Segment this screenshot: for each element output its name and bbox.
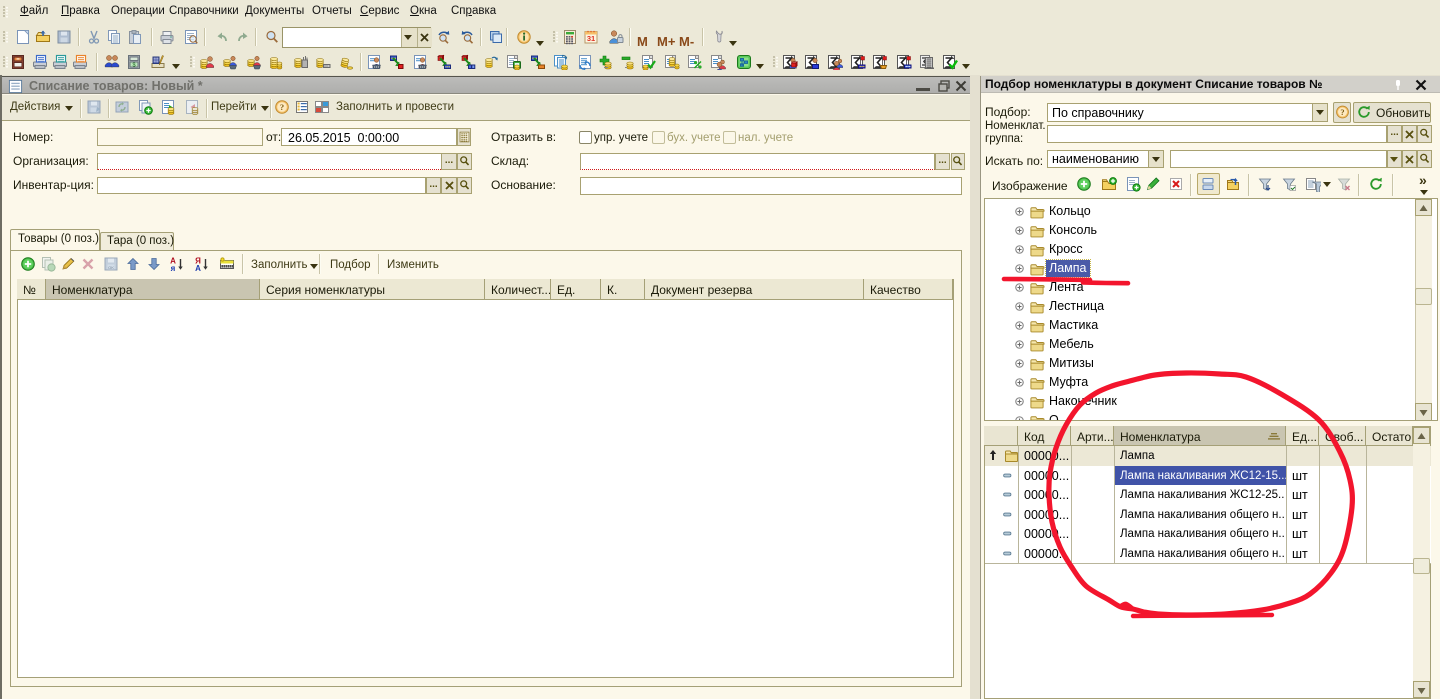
svg-text:$: $ <box>132 62 135 68</box>
svg-text:?: ? <box>280 102 284 112</box>
svg-text:?: ? <box>1340 107 1344 117</box>
svg-text:я: я <box>171 264 176 272</box>
svg-text:А: А <box>195 264 201 272</box>
svg-text:31: 31 <box>587 34 595 43</box>
svg-text:OK: OK <box>108 265 114 270</box>
